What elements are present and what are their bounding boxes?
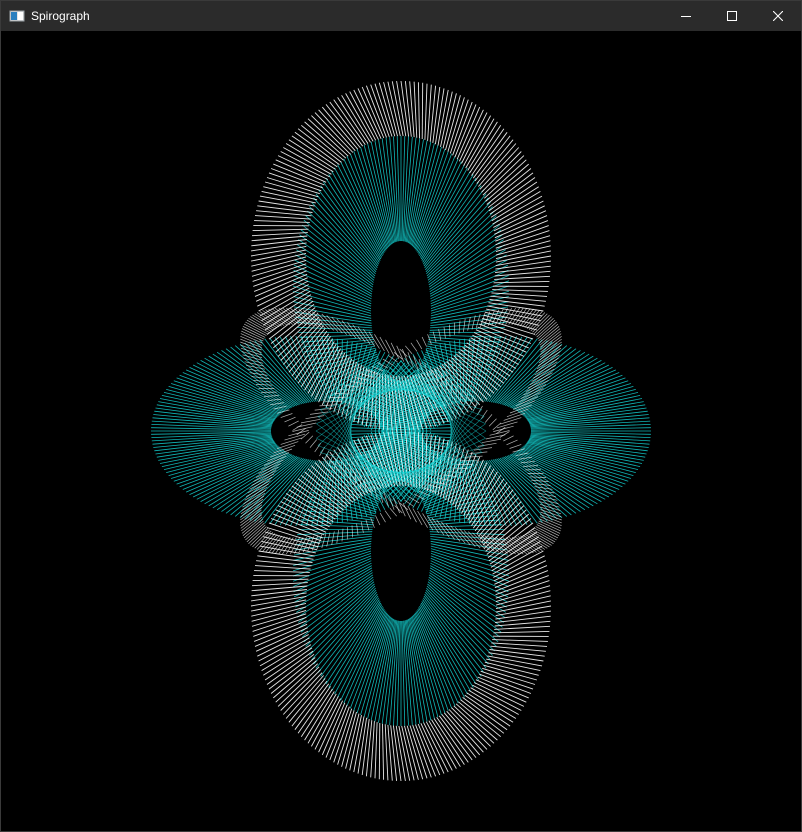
maximize-icon: [727, 11, 737, 21]
window-app-icon: [9, 8, 25, 24]
drawing-canvas[interactable]: [1, 31, 801, 831]
window-title: Spirograph: [31, 9, 90, 23]
title-bar[interactable]: Spirograph: [1, 1, 801, 31]
close-button[interactable]: [755, 1, 801, 31]
minimize-icon: [681, 11, 691, 21]
maximize-button[interactable]: [709, 1, 755, 31]
spirograph-window: Spirograph: [0, 0, 802, 832]
spirograph-drawing: [151, 80, 651, 782]
close-icon: [773, 11, 783, 21]
minimize-button[interactable]: [663, 1, 709, 31]
